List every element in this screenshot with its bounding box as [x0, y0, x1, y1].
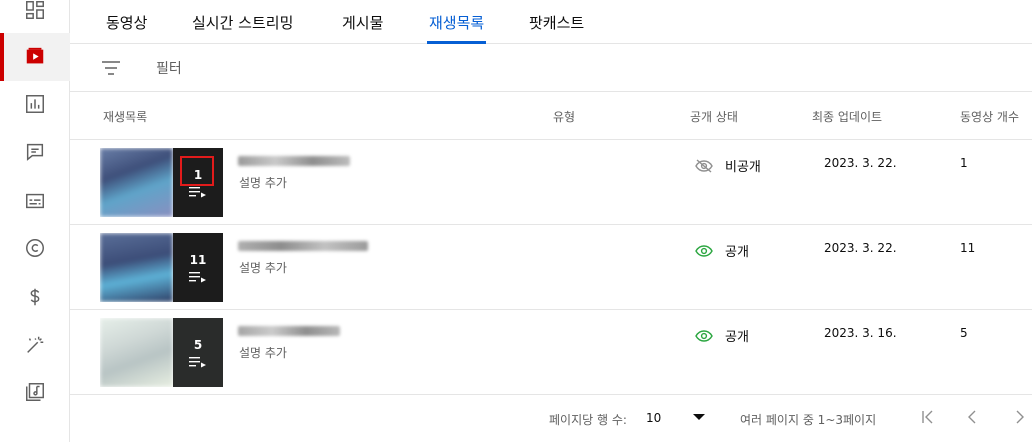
tab-playlists[interactable]: 재생목록 [427, 0, 487, 44]
visibility-status[interactable]: 비공개 [695, 156, 761, 175]
filter-input[interactable]: 필터 [156, 58, 182, 78]
sidebar-item-earn[interactable] [0, 273, 70, 321]
tab-podcasts[interactable]: 팟캐스트 [529, 0, 584, 44]
earn-icon [30, 288, 40, 306]
video-count: 5 [960, 326, 968, 340]
visibility-label: 공개 [725, 245, 749, 260]
playlist-title[interactable] [238, 241, 368, 251]
sidebar-item-content[interactable] [0, 33, 70, 81]
table-header: 재생목록 유형 공개 상태 최종 업데이트 동영상 개수 [70, 92, 1032, 140]
add-description-link[interactable]: 설명 추가 [239, 174, 287, 191]
next-page-icon[interactable] [1010, 407, 1030, 427]
sidebar [0, 0, 70, 442]
playlist-play-icon [189, 356, 206, 367]
playlist-thumbnail[interactable]: 5 [100, 318, 223, 387]
filter-bar: 필터 [70, 44, 1032, 92]
previous-page-icon[interactable] [962, 407, 982, 427]
sidebar-item-dashboard[interactable] [0, 0, 70, 34]
audio-library-icon [26, 383, 44, 401]
comments-icon [26, 143, 44, 161]
customization-icon [27, 336, 44, 353]
video-count-overlay: 11 [173, 233, 223, 302]
add-description-link[interactable]: 설명 추가 [239, 259, 287, 276]
thumbnail-image [100, 148, 173, 217]
highlight-box [180, 156, 214, 186]
sidebar-item-subtitles[interactable] [0, 177, 70, 225]
eye-icon [695, 244, 713, 257]
analytics-icon [26, 95, 44, 113]
playlist-thumbnail[interactable]: 11 [100, 233, 223, 302]
header-playlist: 재생목록 [103, 110, 148, 124]
eye-icon [695, 329, 713, 342]
video-count-badge: 11 [189, 252, 207, 267]
header-visibility: 공개 상태 [690, 110, 738, 124]
table-row[interactable]: 11 설명 추가 공개 2023. 3. 22. 11 [70, 225, 1032, 310]
dashboard-icon [26, 1, 44, 19]
table-row[interactable]: 5 설명 추가 공개 2023. 3. 16. 5 [70, 310, 1032, 395]
header-type: 유형 [553, 110, 576, 124]
tab-posts[interactable]: 게시물 [342, 0, 383, 44]
playlist-title[interactable] [238, 156, 350, 166]
filter-icon[interactable] [100, 59, 122, 77]
tab-videos[interactable]: 동영상 [106, 0, 147, 44]
updated-date: 2023. 3. 22. [824, 241, 897, 255]
visibility-status[interactable]: 공개 [695, 241, 749, 260]
playlist-thumbnail[interactable]: 1 [100, 148, 223, 217]
copyright-icon [26, 239, 44, 257]
playlist-play-icon [189, 271, 206, 282]
table-row[interactable]: 1 설명 추가 비공개 2023. 3. 22. 1 [70, 140, 1032, 225]
add-description-link[interactable]: 설명 추가 [239, 344, 287, 361]
sidebar-item-audio-library[interactable] [0, 368, 70, 416]
sidebar-item-comments[interactable] [0, 128, 70, 176]
page-range: 여러 페이지 중 1~3페이지 [740, 413, 877, 427]
tab-live[interactable]: 실시간 스트리밍 [192, 0, 293, 44]
content-tabs: 동영상 실시간 스트리밍 게시물 재생목록 팟캐스트 [70, 0, 1032, 44]
header-video-count[interactable]: 동영상 개수 [960, 108, 1019, 125]
header-updated: 최종 업데이트 [812, 110, 883, 124]
chevron-down-icon[interactable] [693, 414, 705, 420]
sidebar-item-copyright[interactable] [0, 224, 70, 272]
eye-off-icon [695, 158, 713, 173]
visibility-status[interactable]: 공개 [695, 326, 749, 345]
content-icon [26, 47, 44, 64]
rows-per-page-label: 페이지당 행 수: [549, 413, 627, 427]
video-count-overlay: 5 [173, 318, 223, 387]
video-count: 1 [960, 156, 968, 170]
rows-per-page-value[interactable]: 10 [646, 411, 661, 425]
sidebar-item-analytics[interactable] [0, 80, 70, 128]
thumbnail-image [100, 233, 173, 302]
updated-date: 2023. 3. 22. [824, 156, 897, 170]
visibility-label: 공개 [725, 330, 749, 345]
thumbnail-image [100, 318, 173, 387]
pagination-footer: 페이지당 행 수: 10 여러 페이지 중 1~3페이지 [70, 395, 1032, 442]
updated-date: 2023. 3. 16. [824, 326, 897, 340]
video-count-badge: 5 [193, 337, 203, 352]
playlist-play-icon [189, 186, 206, 197]
first-page-icon[interactable] [918, 407, 938, 427]
visibility-label: 비공개 [725, 160, 761, 175]
video-count: 11 [960, 241, 976, 255]
sidebar-item-customization[interactable] [0, 321, 70, 369]
playlist-title[interactable] [238, 326, 340, 336]
subtitles-icon [26, 193, 44, 209]
